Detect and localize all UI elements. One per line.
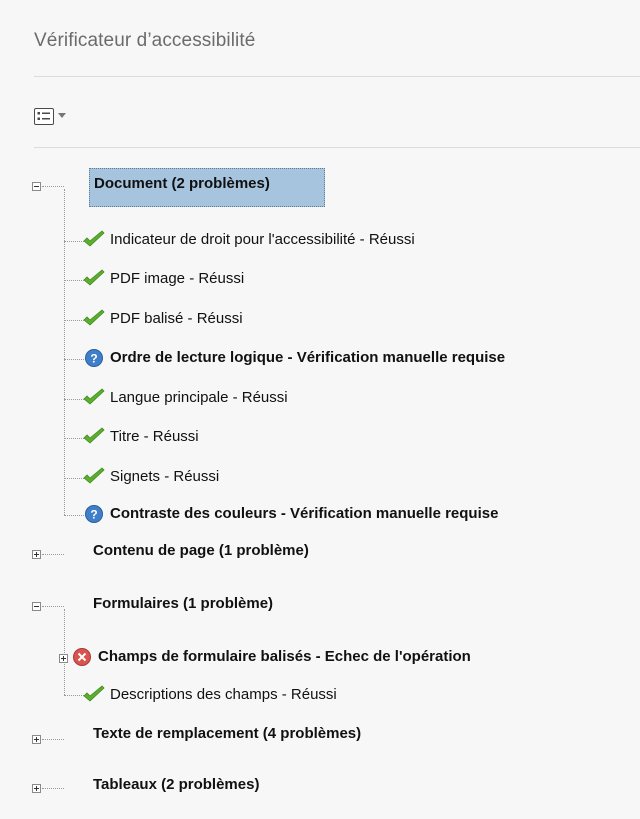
check-item-label: Descriptions des champs - Réussi [110,685,337,703]
check-icon [82,466,106,486]
tree-node-page-content[interactable]: Contenu de page (1 problème) [93,542,309,559]
expand-toggle-page-content[interactable] [32,550,41,559]
check-item-label: Langue principale - Réussi [110,388,288,406]
check-item-reading-order[interactable]: ? Ordre de lecture logique - Vérificatio… [82,347,505,367]
tree-connector [42,739,64,740]
check-icon [82,684,106,704]
check-item-field-descriptions[interactable]: Descriptions des champs - Réussi [82,684,337,704]
error-icon [70,646,94,666]
expand-toggle-alt-text[interactable] [32,735,41,744]
results-tree: Document (2 problèmes) Indicateur de dro… [0,0,640,819]
check-item-label: Ordre de lecture logique - Vérification … [110,348,506,366]
check-item-tagged-pdf[interactable]: PDF balisé - Réussi [82,308,243,328]
question-icon: ? [82,347,106,367]
check-icon [82,308,106,328]
check-item-bookmarks[interactable]: Signets - Réussi [82,466,219,486]
tree-connector [64,609,65,695]
check-item-label: PDF image - Réussi [110,269,245,287]
check-item-label: Contraste des couleurs - Vérification ma… [110,504,499,522]
check-item-tagged-form-fields[interactable]: Champs de formulaire balisés - Echec de … [70,646,471,666]
check-item-label: Titre - Réussi [110,427,199,445]
tree-connector [42,606,64,607]
check-item-label: Signets - Réussi [110,467,220,485]
check-icon [82,426,106,446]
svg-text:?: ? [90,352,97,366]
tree-node-alt-text[interactable]: Texte de remplacement (4 problèmes) [93,725,361,742]
check-icon [82,229,106,249]
check-item-label: Indicateur de droit pour l'accessibilité… [110,230,415,248]
expand-toggle-tables[interactable] [32,784,41,793]
check-item-color-contrast[interactable]: ? Contraste des couleurs - Vérification … [82,503,498,523]
tree-connector [42,554,64,555]
check-item-title[interactable]: Titre - Réussi [82,426,199,446]
check-icon [82,268,106,288]
check-item-primary-language[interactable]: Langue principale - Réussi [82,387,288,407]
tree-connector [42,788,64,789]
question-icon: ? [82,503,106,523]
check-item-label: Champs de formulaire balisés - Echec de … [98,647,471,665]
check-icon [82,387,106,407]
tree-node-forms[interactable]: Formulaires (1 problème) [93,595,273,612]
tree-node-tables[interactable]: Tableaux (2 problèmes) [93,776,259,793]
tree-connector [42,186,64,187]
check-item-accessibility-permission[interactable]: Indicateur de droit pour l'accessibilité… [82,229,415,249]
tree-connector [64,189,65,515]
collapse-toggle-document[interactable] [32,182,41,191]
tree-node-document[interactable]: Document (2 problèmes) [89,168,325,207]
svg-text:?: ? [90,508,97,522]
collapse-toggle-forms[interactable] [32,602,41,611]
check-item-label: PDF balisé - Réussi [110,309,243,327]
check-item-image-pdf[interactable]: PDF image - Réussi [82,268,244,288]
expand-toggle-form-fields[interactable] [59,654,68,663]
